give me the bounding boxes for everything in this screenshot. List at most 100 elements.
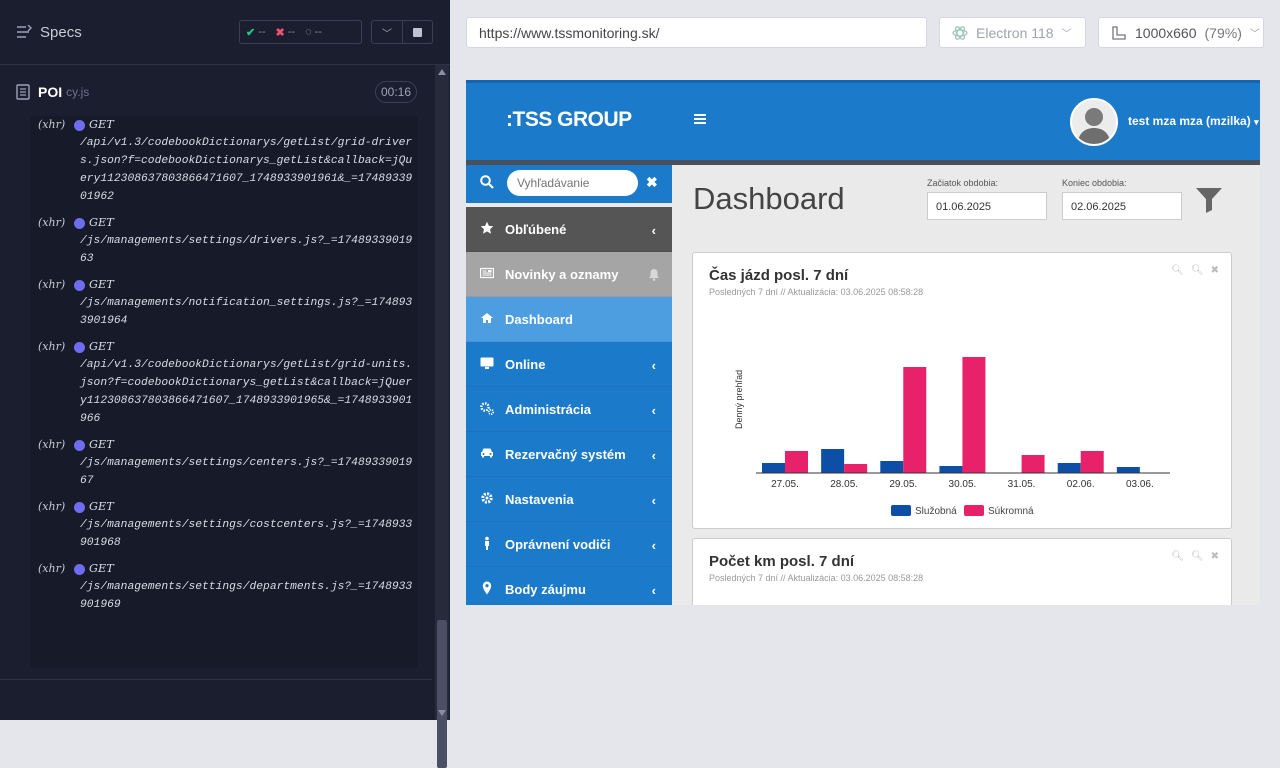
sidebar-item-label: Novinky a oznamy [505,266,619,282]
chevron-down-icon: ﹀ [382,28,392,40]
log-body: GET/js/managements/settings/departments.… [74,560,416,614]
viewport-selector[interactable]: 1000x660 (79%) ﹀ [1098,17,1264,48]
app-header: :TSS GROUP test mza mza (mzilka) ▾ [466,80,1260,160]
test-status-group: ✔ -- ✖ -- ◌ -- [239,20,362,44]
tss-logo[interactable]: :TSS GROUP [506,108,632,132]
bar-sukromna [903,367,927,473]
sidebar-item-news[interactable]: Novinky a oznamy [466,252,672,297]
scroll-down-icon[interactable] [438,710,446,716]
sidebar-item-body-zaujmu[interactable]: Body záujmu ‹ [466,567,672,605]
log-scrollbar[interactable] [435,65,449,768]
stop-button[interactable] [403,20,433,44]
spec-ext: cy.js [66,85,90,99]
legend-swatch [964,505,984,516]
log-method: GET [74,498,416,516]
log-entry[interactable]: (xhr) GET/js/managements/notification_set… [30,276,418,338]
sidebar-item-rezervacny-system[interactable]: Rezervačný systém ‹ [466,432,672,477]
drive-time-chart: 27.05. 28.05. 29.05. 30.05. 31.05. 02.06. 03.0… [734,357,1170,517]
browser-selector[interactable]: Electron 118 ﹀ [939,17,1086,48]
period-start: Začiatok obdobia: 01.06.2025 [927,178,1047,220]
user-name: test mza mza (mzilka) [1128,114,1251,128]
request-dot-icon [74,439,85,451]
gear-icon [481,492,493,504]
spec-file-header[interactable]: POI cy.js [16,78,418,106]
log-body: GET/js/managements/settings/centers.js?_… [74,436,416,490]
sidebar-item-nastavenia[interactable]: Nastavenia ‹ [466,477,672,522]
request-dot-icon [74,217,85,229]
chart-card-drive-time: Čas jázd posl. 7 dní Posledných 7 dní //… [692,252,1232,529]
person-icon [485,536,489,550]
log-entry[interactable]: (xhr) GET/api/v1.3/codebookDictionarys/ge… [30,116,418,214]
specs-button[interactable]: Specs [16,24,82,41]
filter-icon[interactable] [1195,187,1223,213]
log-entry[interactable]: (xhr) GET/js/managements/settings/departm… [30,560,418,622]
scroll-up-icon[interactable] [438,69,446,75]
app-frame: :TSS GROUP test mza mza (mzilka) ▾ ✖ Obľ… [466,80,1260,605]
zoom-out-icon[interactable]: 🔍︎ [1171,551,1184,562]
log-entry[interactable]: (xhr) GET/js/managements/settings/drivers… [30,214,418,276]
period-end: Koniec obdobia: 02.06.2025 [1062,178,1182,220]
bar-sluzobna [821,449,845,473]
search-input[interactable] [507,170,638,196]
period-start-input[interactable]: 01.06.2025 [927,192,1047,220]
bar-sukromna [785,451,808,473]
close-icon[interactable]: ✖ [646,174,658,191]
log-entry[interactable]: (xhr) GET/js/managements/settings/centers… [30,436,418,498]
chevron-left-icon: ‹ [651,358,656,373]
sidebar-item-label: Nastavenia [505,491,574,507]
sidebar-item-label: Online [505,356,546,372]
monitor-icon [480,357,494,369]
search-icon[interactable] [480,175,494,189]
avatar[interactable] [1070,98,1118,146]
document-icon [16,84,30,100]
x-tick-label: 27.05. [771,479,799,490]
zoom-in-icon[interactable]: 🔍︎ [1191,551,1204,562]
viewport-size: 1000x660 [1135,24,1197,41]
sidebar: ✖ Obľúbené ‹ Novinky a oznamy Dashboard … [466,165,672,605]
browser-name: Electron 118 [976,24,1054,41]
sidebar-item-dashboard[interactable]: Dashboard [466,297,672,342]
divider [0,679,432,680]
x-tick-label: 29.05. [889,479,917,490]
log-type: (xhr) [38,340,66,353]
chevron-left-icon: ‹ [651,223,656,238]
sidebar-item-online[interactable]: Online ‹ [466,342,672,387]
bar-sluzobna [1116,467,1140,473]
bar-sluzobna [880,461,904,473]
log-entry[interactable]: (xhr) GET/js/managements/settings/costcen… [30,498,418,560]
y-axis-label: Denný prehľad [734,370,744,429]
sidebar-item-opravneni-vodici[interactable]: Oprávnení vodiči ‹ [466,522,672,567]
request-dot-icon [74,279,85,291]
log-url: /js/managements/notification_settings.js… [80,297,413,327]
log-url: /api/v1.3/codebookDictionarys/getList/gr… [80,137,413,203]
bar-sluzobna [939,466,963,473]
scrollbar-thumb[interactable] [437,620,447,768]
card-tools: 🔍︎ 🔍︎ ✖ [1171,551,1219,562]
log-type: (xhr) [38,278,66,291]
home-icon [481,313,493,323]
chevron-left-icon: ‹ [651,583,656,598]
bar-sukromna [844,464,868,473]
user-menu[interactable]: test mza mza (mzilka) ▾ [1128,114,1259,128]
log-method: GET [74,214,416,232]
hamburger-menu-icon[interactable] [694,114,706,124]
sidebar-item-label: Dashboard [505,311,573,327]
log-method: GET [74,436,416,454]
cogs-icon [480,402,494,415]
sidebar-item-administracia[interactable]: Administrácia ‹ [466,387,672,432]
dropdown-button[interactable]: ﹀ [371,20,403,44]
log-method: GET [74,560,416,578]
sidebar-item-label: Body záujmu [505,581,586,597]
sidebar-item-favorites[interactable]: Obľúbené ‹ [466,207,672,252]
url-bar[interactable]: https://www.tssmonitoring.sk/ [466,17,927,48]
period-end-input[interactable]: 02.06.2025 [1062,192,1182,220]
sidebar-item-label: Oprávnení vodiči [505,536,611,552]
log-entry[interactable]: (xhr) GET/api/v1.3/codebookDictionarys/ge… [30,338,418,436]
card-title: Počet km posl. 7 dní [709,553,855,570]
log-method: GET [74,116,416,134]
close-icon[interactable]: ✖ [1211,551,1219,562]
log-url: /js/managements/settings/costcenters.js?… [80,519,413,549]
log-type: (xhr) [38,500,66,513]
card-subtitle: Posledných 7 dní // Aktualizácia: 03.06.… [709,573,924,583]
chevron-left-icon: ‹ [651,448,656,463]
